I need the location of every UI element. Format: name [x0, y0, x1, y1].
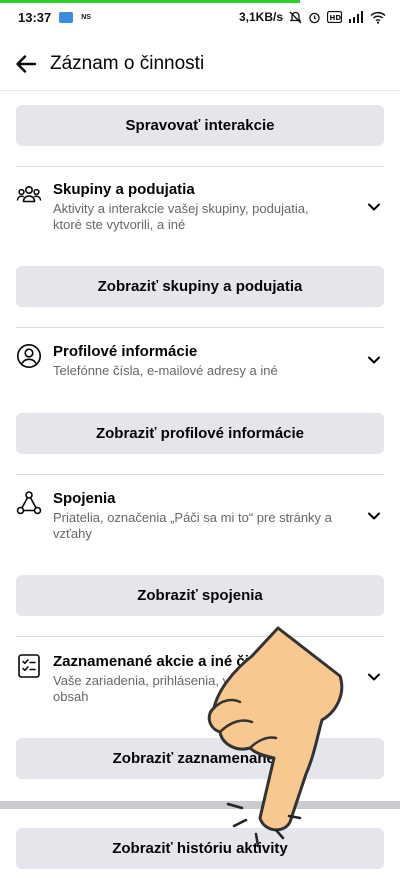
network-speed: 3,1KB/s: [238, 10, 283, 24]
chevron-down-icon[interactable]: [366, 352, 382, 368]
divider: [16, 636, 384, 637]
divider: [16, 474, 384, 475]
manage-interactions-button[interactable]: Spravovať interakcie: [16, 105, 384, 146]
divider: [16, 327, 384, 328]
chevron-down-icon[interactable]: [366, 199, 382, 215]
connections-icon: [16, 491, 42, 515]
section-title: Profilové informácie: [53, 343, 198, 360]
page-title: Záznam o činnosti: [50, 53, 205, 74]
notification-app-icon: [59, 11, 74, 23]
section-title: Spojenia: [53, 490, 116, 507]
back-arrow-icon: [16, 55, 37, 73]
view-logged-actions-button[interactable]: Zobraziť zaznamenané a: [16, 738, 384, 779]
view-connections-button[interactable]: Zobraziť spojenia: [16, 575, 384, 616]
section-connections[interactable]: Spojenia Priatelia, označenia „Páči sa m…: [0, 489, 400, 542]
status-time: 13:37: [18, 9, 52, 25]
section-title: Zaznamenané akcie a iné či: [53, 653, 249, 670]
section-description: Aktivity a interakcie vašej skupiny, pod…: [53, 201, 309, 232]
header-divider: [0, 90, 400, 91]
wifi-icon: [370, 11, 386, 24]
status-bar: 13:37 NS 3,1KB/s HD: [0, 3, 400, 31]
section-description: Priatelia, označenia „Páči sa mi to“ pre…: [53, 510, 332, 541]
status-small-text: NS: [81, 13, 91, 21]
section-groups[interactable]: Skupiny a podujatia Aktivity a interakci…: [0, 180, 400, 233]
section-title: Skupiny a podujatia: [53, 181, 195, 198]
view-activity-history-button[interactable]: Zobraziť históriu aktivity: [16, 828, 384, 869]
profile-icon: [17, 344, 41, 368]
groups-icon: [16, 186, 42, 203]
section-description: Vaše zariadenia, prihlásenia, v pozerali…: [53, 673, 325, 704]
bottom-shadow: [0, 801, 400, 809]
divider: [16, 166, 384, 167]
view-groups-button[interactable]: Zobraziť skupiny a podujatia: [16, 266, 384, 307]
svg-text:HD: HD: [330, 14, 342, 22]
back-button[interactable]: [12, 50, 40, 78]
checklist-icon: [18, 654, 40, 678]
view-profile-info-button[interactable]: Zobraziť profilové informácie: [16, 413, 384, 454]
section-profile[interactable]: Profilové informácie Telefónne čísla, e-…: [0, 342, 400, 379]
volte-icon: HD: [327, 11, 342, 23]
signal-icon: [349, 11, 363, 23]
mute-bell-icon: [289, 11, 302, 23]
app-header: Záznam o činnosti: [0, 40, 400, 88]
chevron-down-icon[interactable]: [366, 669, 382, 685]
alarm-icon: [309, 12, 320, 23]
section-logged-actions[interactable]: Zaznamenané akcie a iné či Vaše zariaden…: [0, 652, 400, 705]
chevron-down-icon[interactable]: [366, 508, 382, 524]
section-description: Telefónne čísla, e-mailové adresy a iné: [53, 363, 278, 378]
